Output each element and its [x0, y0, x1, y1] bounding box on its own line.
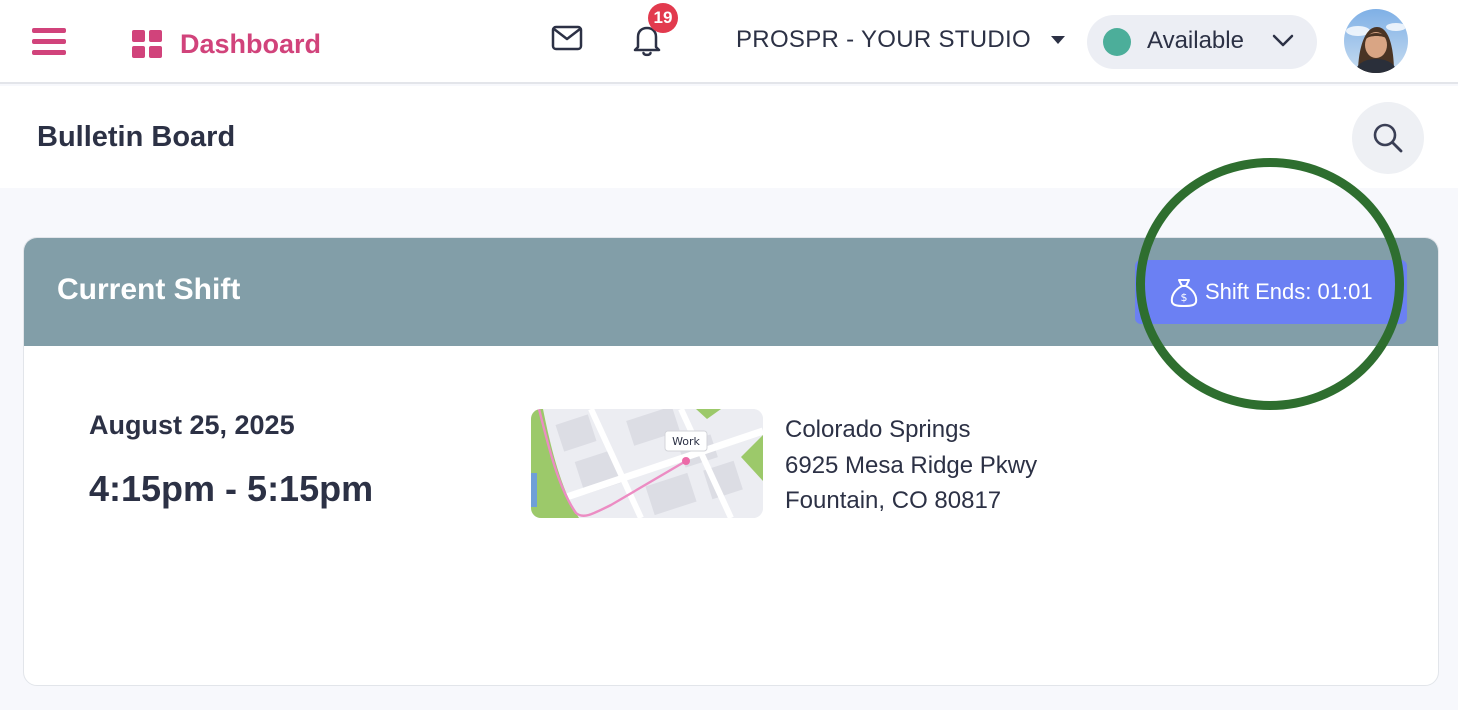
address-line-3: Fountain, CO 80817 [785, 487, 1002, 514]
money-bag-icon: $ [1170, 279, 1198, 307]
status-label: Available [1147, 27, 1244, 54]
map-pin-label: Work [672, 435, 700, 448]
card-title: Current Shift [57, 273, 241, 306]
dashboard-label: Dashboard [180, 29, 322, 59]
availability-selector[interactable]: Available [1087, 15, 1317, 69]
notification-badge: 19 [648, 3, 678, 33]
page-header: Bulletin Board [0, 86, 1458, 188]
address-line-2: 6925 Mesa Ridge Pkwy [785, 451, 1038, 479]
address-line-1: Colorado Springs [785, 416, 971, 443]
shift-ends-label: Shift Ends: 01:01 [1205, 279, 1373, 304]
current-shift-card: Current Shift $ Shift Ends: 01:01 August… [23, 237, 1439, 686]
dashboard-grid-icon [132, 30, 162, 58]
shift-time: 4:15pm - 5:15pm [89, 468, 374, 509]
caret-down-icon [1050, 36, 1065, 44]
card-header: Current Shift $ Shift Ends: 01:01 [24, 238, 1438, 346]
dashboard-link[interactable]: Dashboard [132, 30, 321, 58]
location-map[interactable]: Work [531, 409, 763, 518]
studio-label: PROSPR - YOUR STUDIO [736, 26, 1031, 53]
shift-address: Colorado Springs 6925 Mesa Ridge Pkwy Fo… [785, 412, 1037, 519]
shift-ends-button[interactable]: $ Shift Ends: 01:01 [1135, 260, 1407, 324]
menu-icon[interactable] [32, 28, 66, 60]
svg-text:$: $ [1181, 291, 1188, 304]
studio-selector[interactable]: PROSPR - YOUR STUDIO [736, 26, 1065, 54]
shift-date: August 25, 2025 [89, 410, 295, 440]
page-title: Bulletin Board [37, 121, 236, 153]
avatar[interactable] [1344, 9, 1408, 73]
mail-icon[interactable] [551, 25, 583, 51]
status-dot [1103, 28, 1131, 56]
chevron-down-icon [1272, 34, 1294, 47]
map-graphic: Work [531, 409, 763, 518]
top-bar: Dashboard 19 PROSPR - YOUR STUDIO Availa… [0, 0, 1458, 84]
search-icon [1373, 123, 1403, 153]
search-button[interactable] [1352, 102, 1424, 174]
